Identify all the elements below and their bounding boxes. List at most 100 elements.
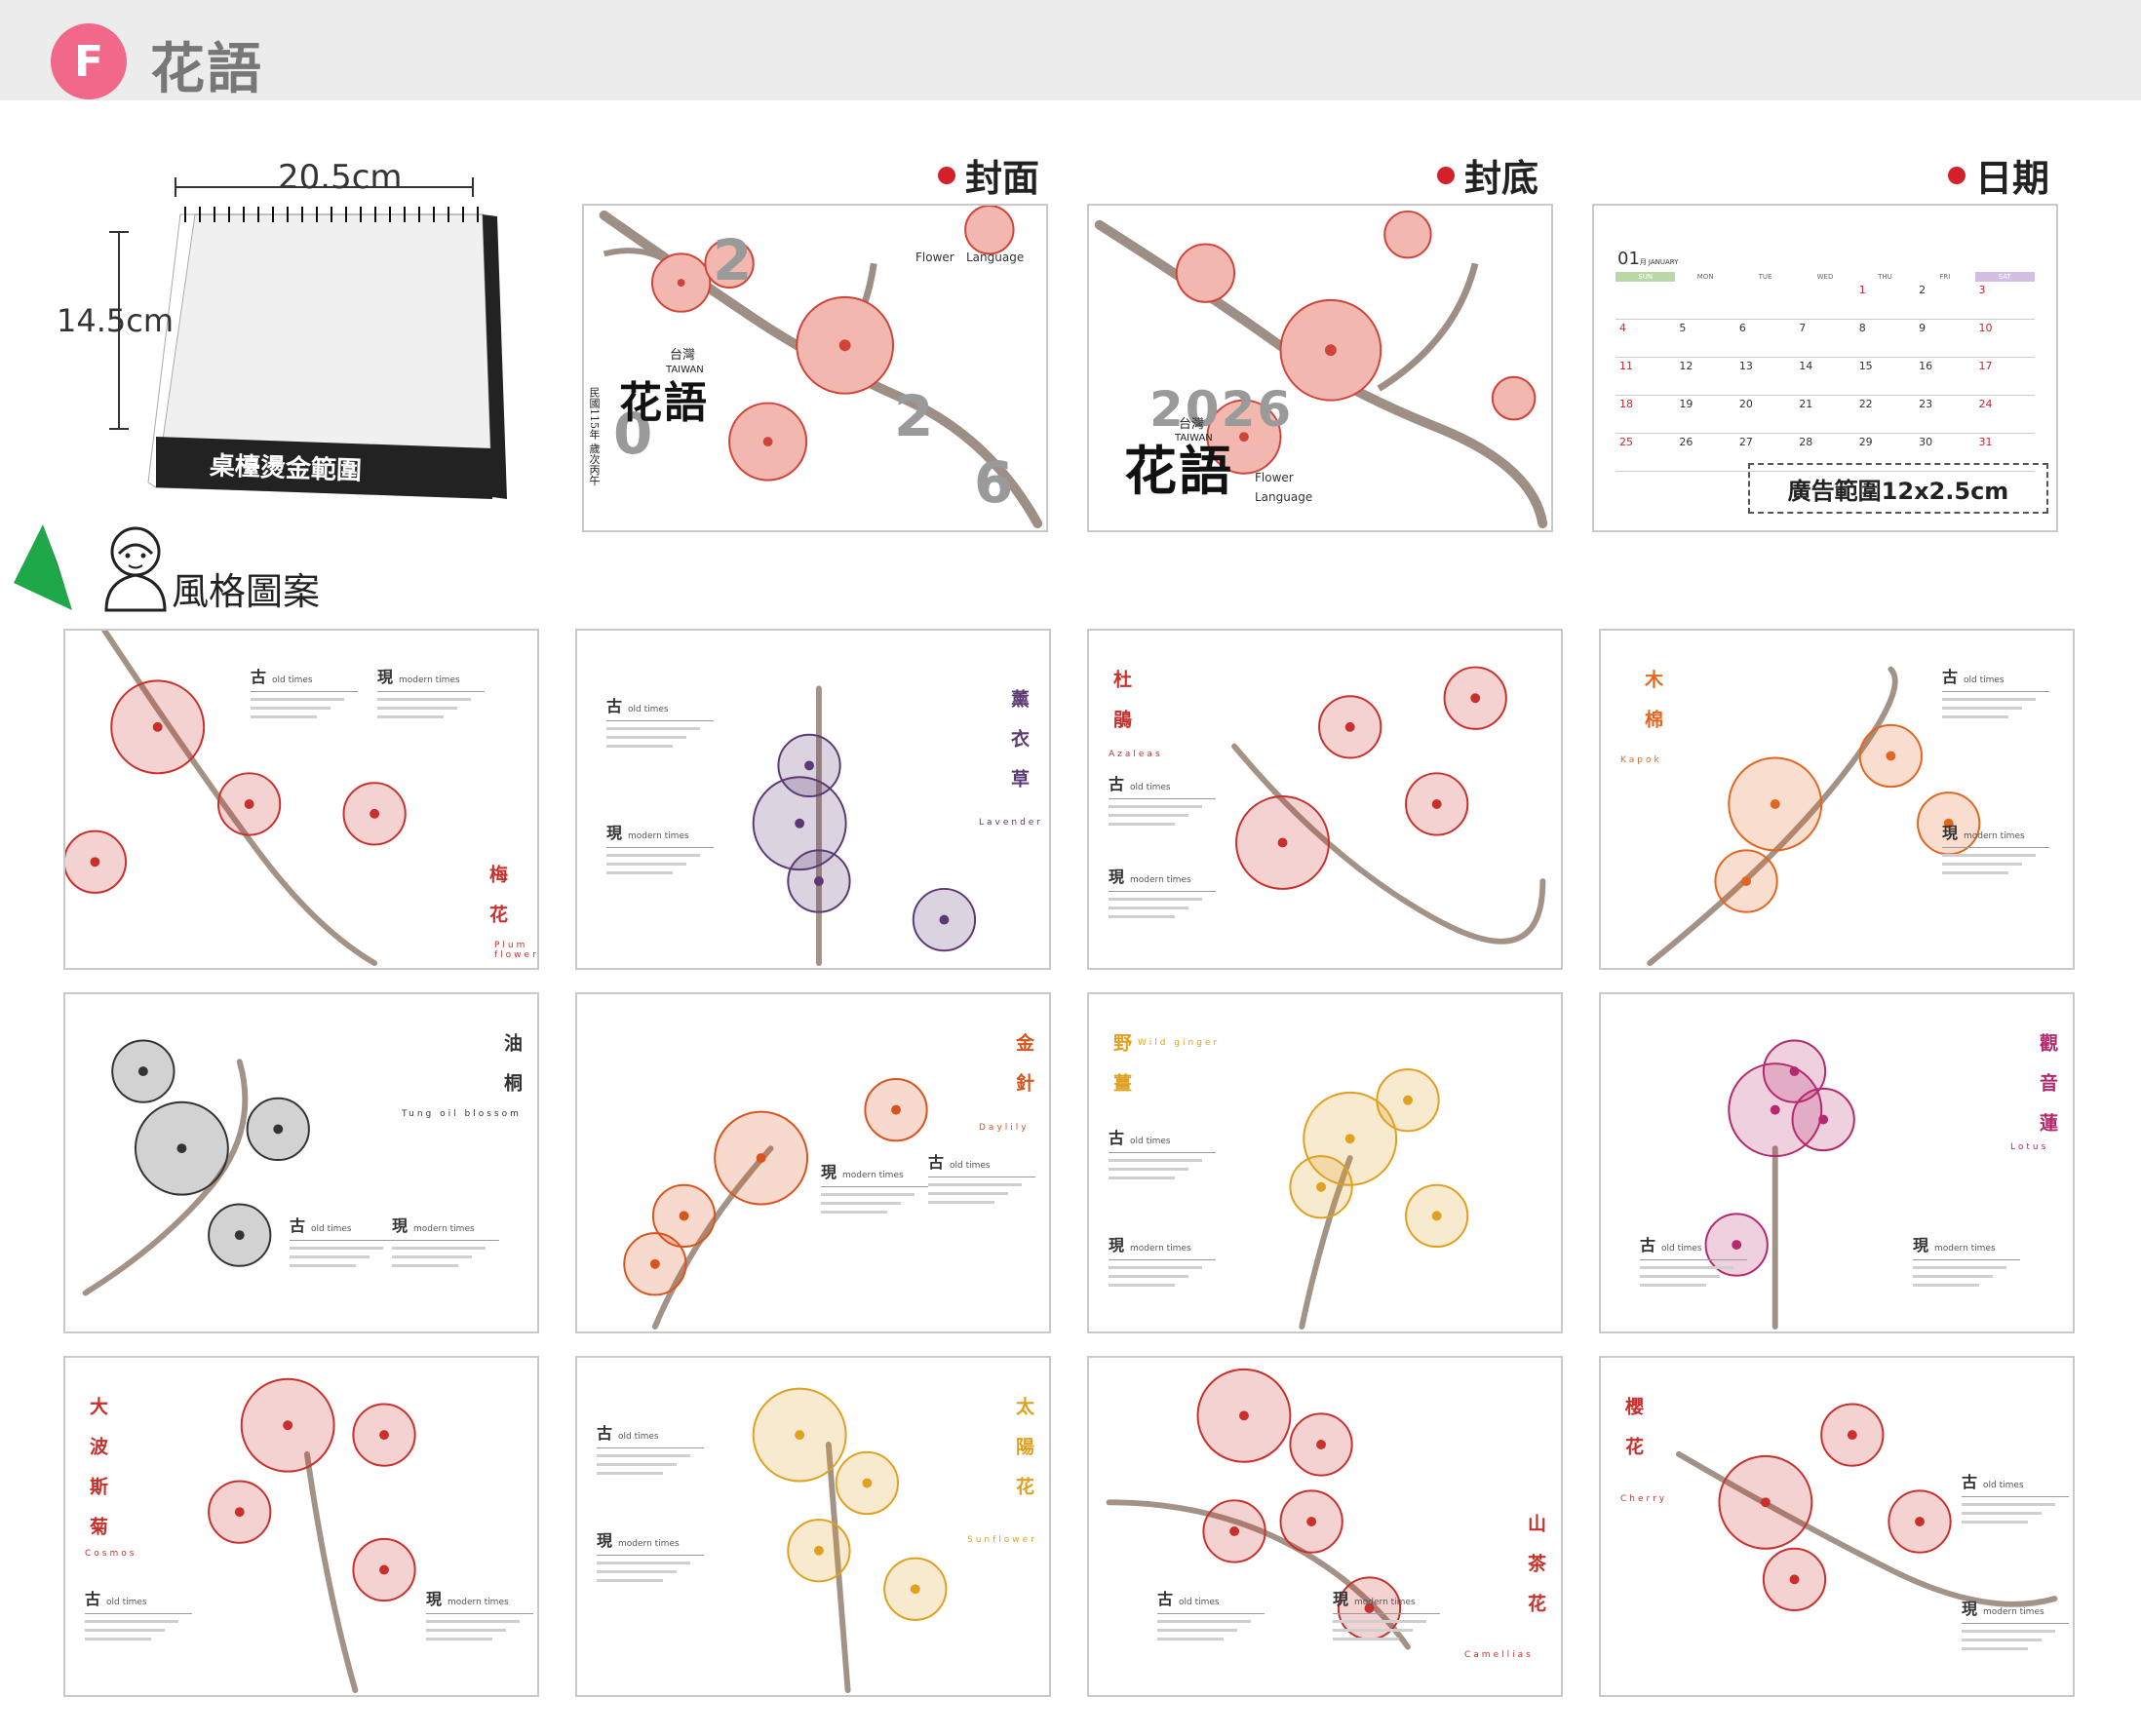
blossom-center [1431, 799, 1442, 809]
back-card[interactable]: 2026 台灣 TAIWAN 花語 Flower Language [1087, 204, 1553, 532]
body-text-line [1962, 1521, 2028, 1524]
style-page-3[interactable]: 杜鵑 Azaleas 古 old times 現 modern times [1087, 629, 1563, 970]
cover-card[interactable]: 2 0 2 6 Flower Language 台灣 TAIWAN 花語 民國1… [582, 204, 1048, 532]
body-text-line [377, 707, 457, 710]
body-text-line [1942, 854, 2036, 857]
section-divider [377, 691, 485, 692]
branch-stroke [303, 1450, 359, 1694]
style-page-12[interactable]: 櫻花 Cherry 古 old times 現 modern times [1599, 1356, 2075, 1697]
blossom-center [234, 1507, 245, 1518]
body-text-line [606, 736, 686, 739]
blossom-center [379, 1430, 389, 1441]
section-heading-english: modern times [413, 1224, 475, 1234]
section-heading-english: modern times [1934, 1244, 1996, 1254]
body-text-line [1109, 898, 1202, 901]
body-text-line [1640, 1284, 1706, 1287]
flower-name: 櫻花 [1622, 1397, 1644, 1477]
section-divider [606, 720, 714, 721]
flower-name: 杜鵑 [1110, 670, 1132, 750]
weekday-thu: THU [1878, 273, 1892, 281]
style-page-1[interactable]: 梅花 Plum flower 古 old times 現 modern times [63, 629, 539, 970]
section-divider [426, 1613, 533, 1614]
body-text-line [1962, 1630, 2055, 1633]
style-page-6[interactable]: 金針 Daylily 古 old times 現 modern times [575, 992, 1051, 1333]
blossom-center [244, 799, 254, 809]
body-text-line [606, 727, 700, 730]
width-label: 20.5cm [278, 158, 403, 197]
body-text-line [1109, 1168, 1188, 1171]
blossom-center [1316, 1181, 1326, 1192]
body-text-line [1157, 1629, 1237, 1632]
section-divider [821, 1186, 928, 1187]
weekday-tue: TUE [1758, 273, 1772, 281]
blossom-center [795, 1430, 805, 1441]
section-heading-english: modern times [1983, 1607, 2044, 1617]
style-page-5[interactable]: 油桐 Tung oil blossom 古 old times 現 modern time… [63, 992, 539, 1333]
blossom-center [679, 1211, 689, 1221]
section-divider [1942, 847, 2049, 848]
old-times-section: 古 old times [597, 1426, 704, 1481]
body-text-line [1942, 698, 2036, 701]
flower-name-english: Lavender [979, 818, 1044, 828]
flower-name-english: Daylily [979, 1123, 1030, 1133]
section-divider [606, 847, 714, 848]
calendar-month: 01月 JANUARY [1617, 249, 1679, 269]
style-page-7[interactable]: 野薑 Wild ginger 古 old times 現 modern times [1087, 992, 1563, 1333]
body-text-line [85, 1629, 165, 1632]
style-page-8[interactable]: 觀音蓮 Lotus 古 old times 現 modern times [1599, 992, 2075, 1333]
style-page-2[interactable]: 薰衣草 Lavender 古 old times 現 modern times [575, 629, 1051, 970]
modern-times-section: 現 modern times [597, 1533, 704, 1588]
section-heading: 現 [377, 668, 394, 686]
body-text-line [85, 1638, 151, 1640]
modern-times-section: 現 modern times [1109, 869, 1216, 924]
back-title: 花語 [1124, 440, 1233, 502]
section-heading: 古 [251, 668, 267, 686]
modern-times-section: 現 modern times [1942, 826, 2049, 880]
body-text-line [821, 1211, 887, 1214]
body-text-line [1109, 814, 1188, 817]
body-text-line [1109, 1275, 1188, 1278]
flower-name: 觀音蓮 [2037, 1033, 2058, 1153]
body-text-line [251, 698, 344, 701]
style-page-10[interactable]: 太陽花 Sunflower 古 old times 現 modern times [575, 1356, 1051, 1697]
blossom-center [1770, 799, 1780, 809]
blossom-center [1789, 1574, 1800, 1585]
blossom-center [891, 1104, 901, 1115]
back-flower-word: Flower [1255, 471, 1294, 484]
body-text-line [597, 1570, 677, 1573]
product-diagram: 20.5cm 14.5cm 桌檯燙金範圍 [39, 156, 507, 526]
blossom-center [234, 1230, 245, 1241]
style-page-11[interactable]: 山茶花 Camellias 古 old times 現 modern times [1087, 1356, 1563, 1697]
date-card[interactable]: 01月 JANUARY SUN MON TUE WED THU FRI SAT 1… [1592, 204, 2058, 532]
section-divider [1109, 798, 1216, 799]
style-page-4[interactable]: 木棉 Kapok 古 old times 現 modern times [1599, 629, 2075, 970]
section-heading-english: old times [311, 1224, 352, 1234]
section-divider [251, 691, 358, 692]
section-heading-english: modern times [399, 675, 460, 685]
section-heading: 古 [1109, 775, 1125, 793]
section-heading: 現 [1942, 824, 1959, 842]
blossom-center [813, 1545, 824, 1556]
blossom-center [1789, 1066, 1800, 1077]
body-text-line [1962, 1512, 2042, 1515]
section-heading-english: old times [272, 675, 313, 685]
body-text-line [1962, 1647, 2028, 1650]
blossom-center [137, 1066, 148, 1077]
category-badge: F [51, 23, 127, 99]
body-text-line [1962, 1503, 2055, 1506]
back-label: 封底 [1437, 148, 1538, 202]
body-text-line [606, 871, 673, 874]
mascot-icon [14, 524, 167, 612]
body-text-line [1913, 1266, 2006, 1269]
section-heading: 現 [1109, 868, 1125, 886]
section-heading: 現 [597, 1531, 613, 1550]
blossom-center [1316, 1440, 1326, 1449]
body-text-line [597, 1472, 663, 1475]
style-page-9[interactable]: 大波斯菊 Cosmos 古 old times 現 modern times [63, 1356, 539, 1697]
section-heading-english: old times [1661, 1244, 1702, 1254]
height-label: 14.5cm [57, 302, 175, 339]
blossom-center [1760, 1497, 1771, 1508]
flower-name-english: Azaleas [1109, 750, 1163, 759]
old-times-section: 古 old times [1640, 1238, 1747, 1292]
back-language-word: Language [1255, 490, 1313, 504]
